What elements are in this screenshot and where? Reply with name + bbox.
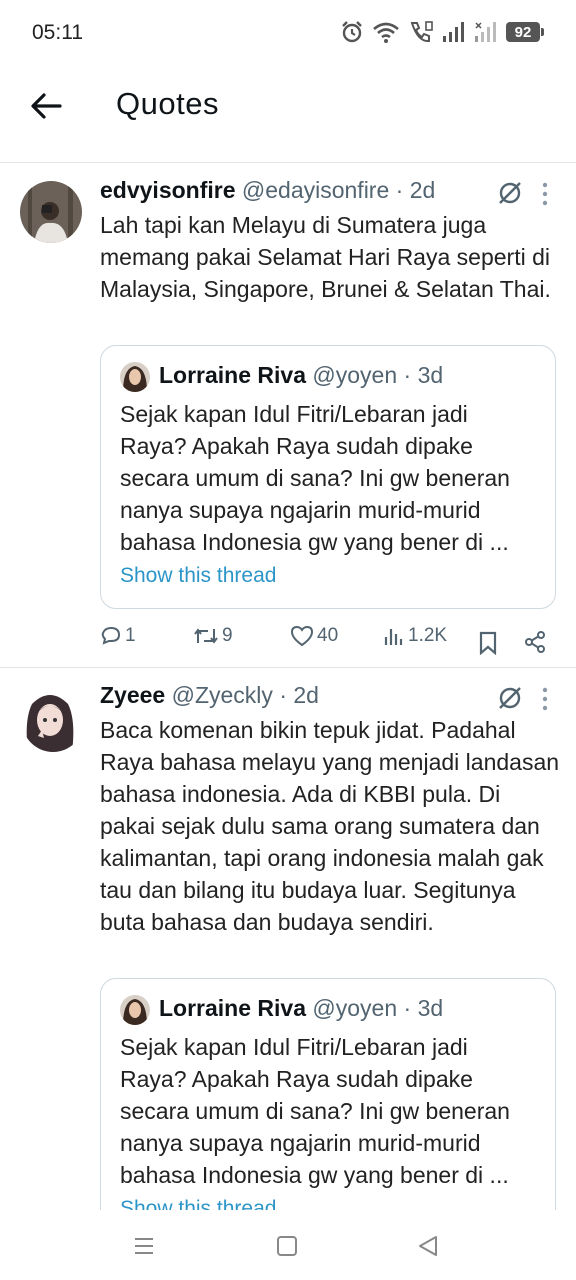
user-handle[interactable]: @Zyeckly	[172, 682, 273, 708]
avatar[interactable]	[20, 181, 82, 243]
separator: ·	[403, 995, 412, 1021]
quoted-header: Lorraine Riva @yoyen · 3d	[159, 995, 443, 1022]
recent-apps-icon[interactable]	[132, 1234, 156, 1258]
signal-weak-icon	[475, 22, 496, 42]
timestamp[interactable]: 2d	[293, 682, 319, 708]
like-count: 40	[317, 625, 339, 646]
alarm-icon	[342, 21, 362, 43]
user-handle: @yoyen	[312, 362, 398, 388]
avatar[interactable]	[22, 690, 84, 752]
home-icon[interactable]	[275, 1234, 299, 1258]
page-header: Quotes	[0, 66, 576, 146]
separator: ·	[403, 362, 412, 388]
views-button[interactable]: 1.2K	[383, 625, 447, 647]
repost-icon	[194, 628, 218, 644]
tweet-header: edvyisonfire @edayisonfire · 2d	[100, 177, 552, 209]
more-options-icon[interactable]	[538, 181, 552, 209]
reply-count: 1	[125, 625, 136, 646]
separator: ·	[279, 682, 287, 708]
avatar	[120, 362, 150, 392]
display-name[interactable]: edvyisonfire	[100, 177, 236, 203]
back-triangle-icon[interactable]	[416, 1234, 440, 1258]
reply-icon	[101, 626, 121, 645]
more-options-icon[interactable]	[538, 686, 552, 714]
status-time: 05:11	[32, 21, 83, 44]
timestamp: 3d	[417, 995, 444, 1021]
tweet[interactable]: Zyeee @Zyeckly · 2d Baca komenan bikin t…	[0, 668, 576, 1210]
share-icon[interactable]	[523, 630, 547, 654]
quoted-header: Lorraine Riva @yoyen · 3d	[159, 362, 443, 389]
bookmark-icon[interactable]	[478, 631, 498, 655]
display-name[interactable]: Zyeee	[100, 682, 165, 708]
views-icon	[384, 629, 403, 645]
user-handle[interactable]: @edayisonfire	[242, 177, 389, 203]
reply-button[interactable]: 1	[100, 625, 136, 647]
tweet-text: Baca komenan bikin tepuk jidat. Padahal …	[100, 717, 560, 935]
tweet[interactable]: edvyisonfire @edayisonfire · 2d Lah tapi…	[0, 163, 576, 668]
battery-indicator: 92	[506, 22, 544, 42]
grok-icon[interactable]	[496, 179, 524, 207]
tweet-actions: 1 9 40 1.2K	[100, 625, 550, 659]
status-bar: 05:11 92	[0, 0, 576, 66]
quoted-text: Sejak kapan Idul Fitri/Lebaran jadi Raya…	[120, 1034, 510, 1188]
repost-count: 9	[222, 625, 233, 646]
like-button[interactable]: 40	[290, 625, 338, 647]
display-name: Lorraine Riva	[159, 995, 306, 1021]
tweet-header: Zyeee @Zyeckly · 2d	[100, 682, 552, 714]
show-thread-link[interactable]: Show this thread	[120, 1197, 276, 1210]
separator: ·	[395, 177, 404, 203]
quoted-tweet[interactable]: Lorraine Riva @yoyen · 3d Sejak kapan Id…	[100, 345, 556, 609]
avatar	[120, 995, 150, 1025]
system-nav-bar	[0, 1210, 576, 1280]
quoted-text: Sejak kapan Idul Fitri/Lebaran jadi Raya…	[120, 401, 510, 555]
display-name: Lorraine Riva	[159, 362, 306, 388]
wifi-icon	[373, 22, 399, 43]
signal-icon	[443, 22, 464, 42]
view-count: 1.2K	[408, 625, 448, 646]
back-arrow-icon[interactable]	[28, 88, 64, 124]
heart-icon	[290, 625, 314, 647]
grok-icon[interactable]	[496, 684, 524, 712]
status-icons: 92	[340, 20, 544, 44]
timestamp[interactable]: 2d	[410, 177, 436, 203]
timestamp: 3d	[417, 362, 444, 388]
page-title: Quotes	[116, 86, 219, 121]
tweet-text: Lah tapi kan Melayu di Sumatera juga mem…	[100, 212, 551, 302]
volte-call-icon	[410, 21, 433, 43]
user-handle: @yoyen	[312, 995, 398, 1021]
show-thread-link[interactable]: Show this thread	[120, 564, 276, 588]
repost-button[interactable]: 9	[193, 625, 233, 647]
quotes-feed[interactable]: edvyisonfire @edayisonfire · 2d Lah tapi…	[0, 163, 576, 1210]
quoted-tweet[interactable]: Lorraine Riva @yoyen · 3d Sejak kapan Id…	[100, 978, 556, 1210]
